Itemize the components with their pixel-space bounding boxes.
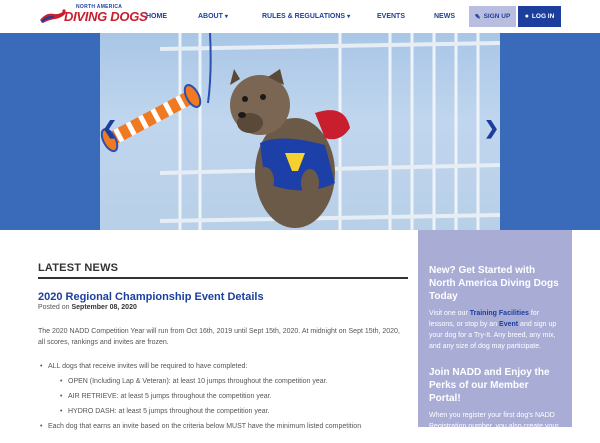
post-body: The 2020 NADD Competition Year will run … — [38, 326, 408, 432]
list-item: HYDRO DASH: at least 5 jumps throughout … — [58, 406, 408, 417]
top-navigation-bar: NORTH AMERICA DIVING DOGS HOME ABOUT ▾ RU… — [0, 0, 600, 33]
latest-news-heading: LATEST NEWS — [38, 262, 408, 279]
nav-events[interactable]: EVENTS — [377, 0, 405, 33]
nav-about[interactable]: ABOUT ▾ — [198, 0, 228, 33]
nav-news-label: NEWS — [434, 13, 455, 20]
sidebar-text: Visit one our — [429, 310, 470, 317]
chevron-down-icon: ▾ — [347, 14, 351, 20]
nav-rules-regulations[interactable]: RULES & REGULATIONS ▾ — [262, 0, 350, 33]
training-facilities-link[interactable]: Training Facilities — [470, 310, 529, 317]
nav-events-label: EVENTS — [377, 13, 406, 20]
nav-news[interactable]: NEWS — [434, 0, 455, 33]
list-item: AIR RETRIEVE: at least 5 jumps throughou… — [58, 391, 408, 402]
nav-home[interactable]: HOME — [146, 0, 167, 33]
sidebar-heading-get-started: New? Get Started with North America Divi… — [429, 265, 559, 302]
pencil-icon: ✎ — [474, 13, 481, 21]
post-date: September 08, 2020 — [71, 304, 137, 311]
post-meta: Posted on September 08, 2020 — [38, 304, 408, 311]
chevron-right-icon: ❯ — [484, 118, 500, 138]
carousel-next-button[interactable]: ❯ — [484, 118, 499, 139]
nadd-logo[interactable]: NORTH AMERICA DIVING DOGS — [38, 4, 158, 29]
sign-up-button[interactable]: ✎ SIGN UP — [469, 6, 516, 27]
posted-prefix: Posted on — [38, 304, 70, 311]
event-link[interactable]: Event — [499, 321, 518, 328]
list-item: OPEN (Including Lap & Veteran): at least… — [58, 376, 408, 387]
carousel-prev-button[interactable]: ❮ — [102, 118, 117, 139]
nav-rules-label: RULES & REGULATIONS — [262, 13, 346, 20]
latest-news-section: LATEST NEWS 2020 Regional Championship E… — [38, 262, 408, 436]
chevron-left-icon: ❮ — [102, 118, 118, 138]
get-started-sidebar: New? Get Started with North America Divi… — [418, 230, 572, 441]
logo-line-2: DIVING DOGS — [64, 9, 148, 24]
sidebar-paragraph-1: Visit one our Training Facilities for le… — [429, 308, 562, 352]
chevron-down-icon: ▾ — [224, 14, 228, 20]
nav-home-label: HOME — [146, 13, 167, 20]
post-bullet-list: ALL dogs that receive invites will be re… — [38, 361, 408, 432]
hero-right-panel — [500, 33, 600, 230]
bullet-text: ALL dogs that receive invites will be re… — [48, 363, 248, 370]
sidebar-heading-join: Join NADD and Enjoy the Perks of our Mem… — [429, 367, 550, 404]
log-in-button[interactable]: ● LOG IN — [518, 6, 561, 27]
log-in-label: LOG IN — [531, 13, 555, 20]
list-item: ALL dogs that receive invites will be re… — [38, 361, 408, 417]
user-icon: ● — [524, 13, 529, 20]
hero-image-diving-dog — [100, 33, 500, 230]
post-paragraph: The 2020 NADD Competition Year will run … — [38, 328, 400, 346]
nav-about-label: ABOUT — [198, 13, 223, 20]
post-sub-list: OPEN (Including Lap & Veteran): at least… — [58, 376, 408, 417]
hero-carousel: ❮ ❯ — [0, 33, 600, 230]
dog-photo-illustration — [100, 33, 500, 230]
post-title-link[interactable]: 2020 Regional Championship Event Details — [38, 291, 408, 303]
hero-left-panel — [0, 33, 100, 230]
sign-up-label: SIGN UP — [483, 13, 511, 20]
